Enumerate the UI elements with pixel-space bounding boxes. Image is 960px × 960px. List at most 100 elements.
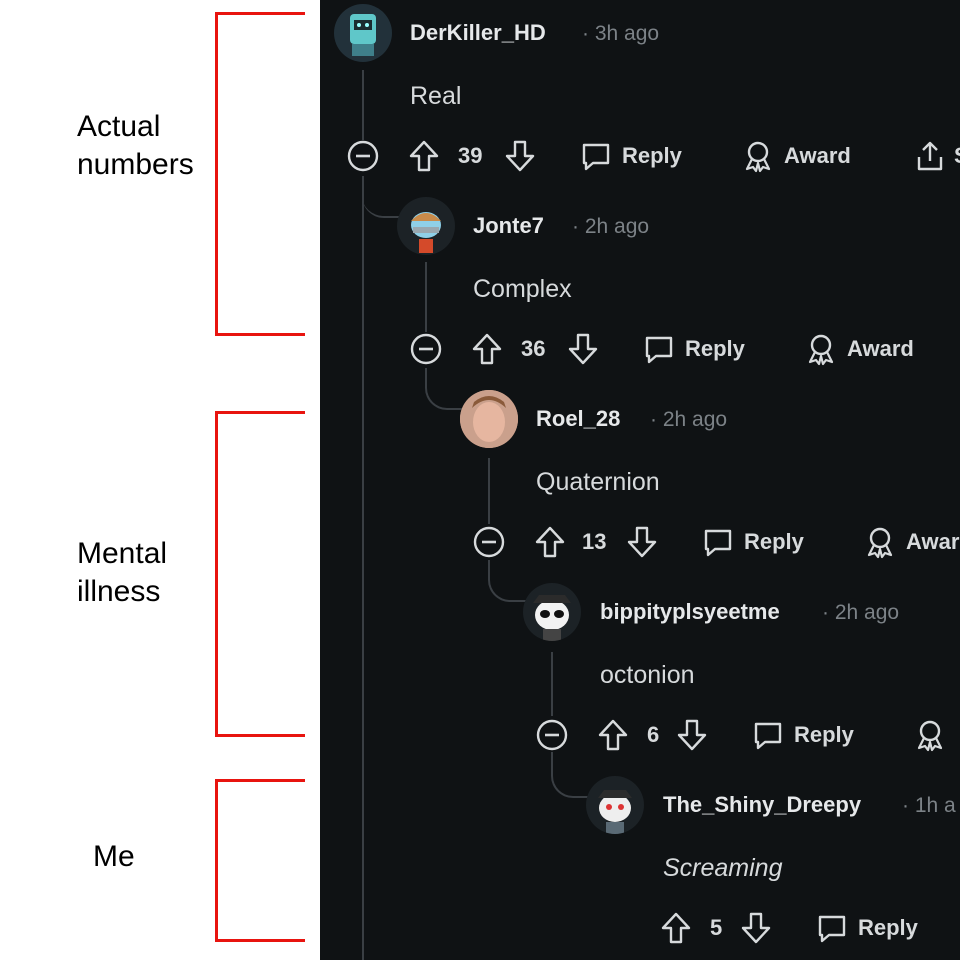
- upvote-icon: [535, 526, 565, 558]
- reply-icon: [645, 336, 673, 364]
- reply-label: Reply: [622, 143, 682, 168]
- robot-avatar[interactable]: [334, 4, 392, 62]
- downvote-icon: [627, 526, 657, 558]
- comment-timestamp: · 2h ago: [822, 601, 900, 624]
- reply-icon: [754, 722, 782, 750]
- comment-username[interactable]: The_Shiny_Dreepy: [663, 792, 861, 818]
- vote-count: 6: [647, 722, 660, 747]
- share-icon: [917, 141, 943, 171]
- snoo-avatar[interactable]: [397, 197, 455, 255]
- downvote-button[interactable]: [740, 908, 772, 948]
- snoo-hat-avatar[interactable]: [586, 776, 644, 834]
- downvote-icon: [568, 333, 598, 365]
- collapse-icon: [410, 333, 442, 365]
- award-label: Award: [847, 336, 914, 361]
- reply-button[interactable]: Reply: [643, 329, 745, 369]
- comment-username[interactable]: bippityplsyeetme: [600, 599, 780, 625]
- comment-body: Screaming: [663, 854, 783, 882]
- collapse-icon: [473, 526, 505, 558]
- reply-icon: [818, 915, 846, 943]
- comment-body: octonion: [600, 661, 695, 689]
- comment-actions: 13 Reply Awar: [472, 522, 960, 562]
- comment-timestamp: · 2h ago: [650, 408, 728, 431]
- award-button[interactable]: Award: [805, 329, 914, 369]
- award-icon: [808, 334, 834, 366]
- upvote-button[interactable]: [471, 329, 503, 369]
- comment-actions: 39 Reply Award S: [346, 136, 960, 176]
- comment-actions: 5 Reply: [660, 908, 960, 948]
- comment-timestamp: · 1h a: [902, 794, 956, 817]
- award-button[interactable]: Awar: [864, 522, 959, 562]
- comment-timestamp: · 2h ago: [572, 215, 650, 238]
- comment-body: Real: [410, 82, 462, 110]
- upvote-icon: [409, 140, 439, 172]
- comment-body: Complex: [473, 275, 572, 303]
- reply-label: Reply: [685, 336, 745, 361]
- collapse-button[interactable]: [535, 715, 569, 755]
- reply-button[interactable]: Reply: [752, 715, 854, 755]
- thread-connector: [362, 176, 400, 218]
- downvote-button[interactable]: [567, 329, 599, 369]
- bracket-me: [215, 779, 305, 942]
- comment-timestamp: · 3h ago: [582, 22, 660, 45]
- reply-button[interactable]: Reply: [816, 908, 918, 948]
- vote-count: 5: [710, 915, 723, 940]
- comment-username[interactable]: Jonte7: [473, 213, 544, 239]
- comment-actions: 36 Reply Award: [409, 329, 960, 369]
- comment-username[interactable]: Roel_28: [536, 406, 620, 432]
- downvote-icon: [677, 719, 707, 751]
- award-label: Award: [784, 143, 851, 168]
- share-label: S: [954, 143, 960, 169]
- photo-avatar[interactable]: [460, 390, 518, 448]
- downvote-button[interactable]: [676, 715, 708, 755]
- upvote-button[interactable]: [534, 522, 566, 562]
- collapse-button[interactable]: [346, 136, 380, 176]
- upvote-button[interactable]: [660, 908, 692, 948]
- collapse-button[interactable]: [472, 522, 506, 562]
- downvote-icon: [741, 912, 771, 944]
- thread-line: [362, 176, 364, 960]
- thread-connector: [551, 752, 591, 798]
- collapse-icon: [347, 140, 379, 172]
- annotation-label-mental-illness: Mental illness: [77, 537, 168, 608]
- collapse-button[interactable]: [409, 329, 443, 369]
- award-label: Awar: [906, 529, 960, 554]
- vote-count: 39: [458, 143, 483, 168]
- vote-count: 13: [582, 529, 607, 554]
- reply-label: Reply: [794, 722, 854, 747]
- upvote-icon: [661, 912, 691, 944]
- downvote-button[interactable]: [504, 136, 536, 176]
- bracket-mental-illness: [215, 411, 305, 737]
- upvote-icon: [598, 719, 628, 751]
- award-button[interactable]: [914, 715, 946, 755]
- reply-button[interactable]: Reply: [580, 136, 682, 176]
- reply-icon: [704, 529, 732, 557]
- award-icon: [867, 527, 893, 559]
- comment-username[interactable]: DerKiller_HD: [410, 20, 546, 46]
- comment-actions: 6 Reply: [535, 715, 960, 755]
- reply-icon: [582, 143, 610, 171]
- upvote-icon: [472, 333, 502, 365]
- annotation-label-me: Me: [93, 840, 135, 873]
- comment-body: Quaternion: [536, 468, 660, 496]
- vote-count: 36: [521, 336, 546, 361]
- thread-line: [362, 70, 364, 140]
- bracket-actual-numbers: [215, 12, 305, 336]
- award-button[interactable]: Award: [742, 136, 851, 176]
- comment-thread: DerKiller_HD · 3h ago Real 39 Reply Awar…: [320, 0, 960, 960]
- thread-line: [488, 458, 490, 524]
- downvote-button[interactable]: [626, 522, 658, 562]
- thread-connector: [425, 368, 465, 410]
- annotation-label-actual-numbers: Actual numbers: [77, 110, 194, 181]
- panda-avatar[interactable]: [523, 583, 581, 641]
- upvote-button[interactable]: [408, 136, 440, 176]
- collapse-icon: [536, 719, 568, 751]
- award-icon: [917, 720, 943, 752]
- thread-line: [551, 652, 553, 716]
- reply-label: Reply: [858, 915, 918, 940]
- reply-button[interactable]: Reply: [702, 522, 804, 562]
- downvote-icon: [505, 140, 535, 172]
- upvote-button[interactable]: [597, 715, 629, 755]
- share-button[interactable]: S: [914, 136, 960, 176]
- annotation-panel: Actual numbers Mental illness Me: [0, 0, 320, 960]
